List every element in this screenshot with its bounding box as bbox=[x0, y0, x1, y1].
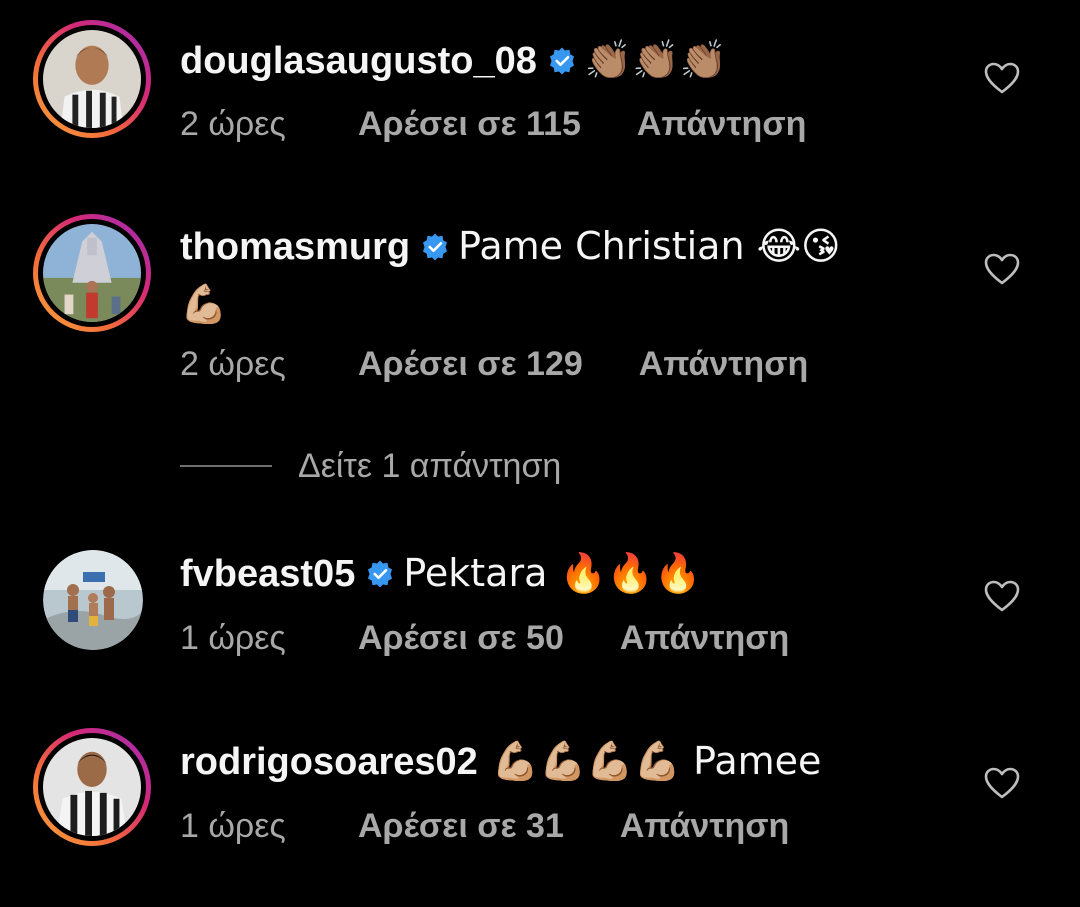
avatar[interactable] bbox=[43, 550, 143, 650]
comment-text-continued: 💪🏼 bbox=[180, 282, 228, 326]
view-replies-label: Δείτε 1 απάντηση bbox=[298, 446, 562, 485]
reply-button[interactable]: Απάντηση bbox=[620, 806, 789, 846]
comment-text: 💪🏼💪🏼💪🏼💪🏼 Pamee bbox=[491, 739, 822, 783]
verified-badge-icon bbox=[365, 559, 395, 589]
comment-time: 2 ώρες bbox=[180, 105, 286, 143]
comment-time: 2 ώρες bbox=[180, 345, 286, 383]
heart-outline-icon[interactable] bbox=[984, 767, 1020, 799]
reply-button[interactable]: Απάντηση bbox=[620, 618, 789, 658]
reply-button[interactable]: Απάντηση bbox=[639, 344, 808, 384]
avatar[interactable] bbox=[33, 214, 151, 332]
comment-text: Pame Christian 😂😘 bbox=[458, 224, 841, 268]
likes-count-link[interactable]: Αρέσει σε 129 bbox=[358, 344, 583, 384]
username[interactable]: douglasaugusto_08 bbox=[180, 40, 537, 82]
verified-badge-icon bbox=[420, 232, 450, 262]
avatar[interactable] bbox=[33, 728, 151, 846]
username[interactable]: thomasmurg bbox=[180, 226, 410, 268]
comment-text: Pektara 🔥🔥🔥 bbox=[403, 551, 702, 595]
avatar[interactable] bbox=[33, 20, 151, 138]
likes-count-link[interactable]: Αρέσει σε 31 bbox=[358, 806, 564, 846]
username[interactable]: fvbeast05 bbox=[180, 553, 355, 595]
comment-time: 1 ώρες bbox=[180, 807, 286, 845]
heart-outline-icon[interactable] bbox=[984, 253, 1020, 285]
likes-count-link[interactable]: Αρέσει σε 115 bbox=[358, 104, 581, 144]
view-replies-button[interactable]: Δείτε 1 απάντηση bbox=[180, 446, 561, 486]
comment-time: 1 ώρες bbox=[180, 619, 286, 657]
reply-button[interactable]: Απάντηση bbox=[637, 104, 806, 144]
divider bbox=[180, 465, 272, 467]
verified-badge-icon bbox=[547, 46, 577, 76]
heart-outline-icon[interactable] bbox=[984, 580, 1020, 612]
username[interactable]: rodrigosoares02 bbox=[180, 741, 478, 783]
likes-count-link[interactable]: Αρέσει σε 50 bbox=[358, 618, 564, 658]
comment-text: 👏🏽👏🏽👏🏽 bbox=[584, 38, 727, 82]
heart-outline-icon[interactable] bbox=[984, 62, 1020, 94]
